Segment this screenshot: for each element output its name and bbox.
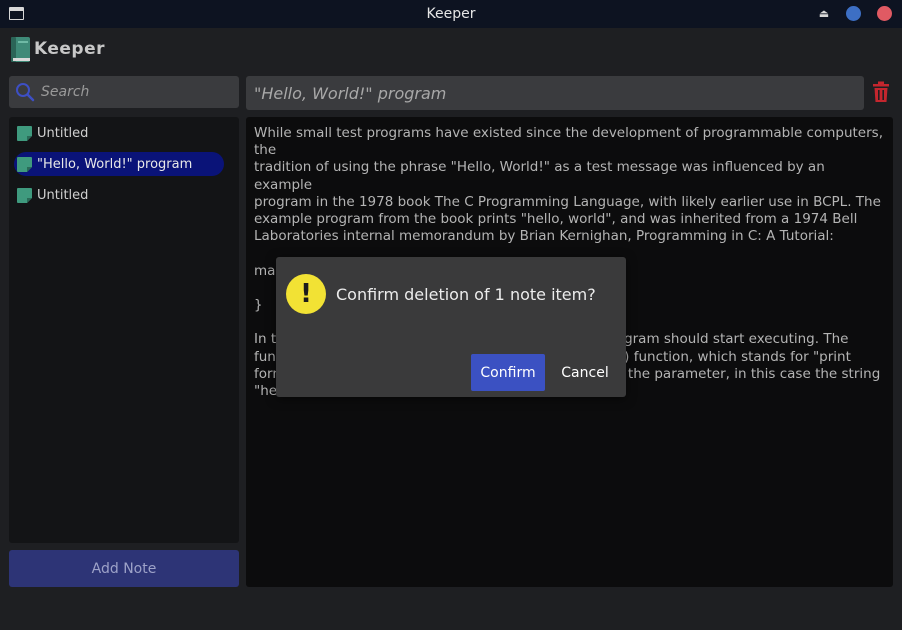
- cancel-button[interactable]: Cancel: [554, 354, 616, 391]
- search-box[interactable]: [9, 76, 239, 108]
- note-list-item[interactable]: Untitled: [14, 121, 224, 145]
- confirm-dialog: ! Confirm deletion of 1 note item? Confi…: [276, 257, 626, 397]
- note-list-item[interactable]: "Hello, World!" program: [14, 152, 224, 176]
- window-controls: ⏏: [818, 6, 892, 21]
- note-body-line: Laboratories internal memorandum by Bria…: [254, 228, 834, 245]
- book-icon: [10, 36, 32, 63]
- note-icon: [16, 125, 33, 142]
- dialog-message: Confirm deletion of 1 note item?: [336, 285, 596, 304]
- note-title-field[interactable]: [246, 76, 864, 110]
- note-icon: [16, 156, 33, 173]
- note-list: Untitled "Hello, World!" program Untitle…: [9, 117, 239, 543]
- window-menu-icon[interactable]: [9, 7, 24, 20]
- trash-icon: [871, 81, 891, 106]
- app-header: Keeper: [10, 34, 105, 64]
- warning-icon: !: [286, 274, 326, 314]
- note-list-item-title: Untitled: [37, 125, 89, 141]
- add-note-button[interactable]: Add Note: [9, 550, 239, 587]
- search-input[interactable]: [41, 84, 231, 100]
- note-body-line: example program from the book prints "he…: [254, 211, 858, 228]
- close-button[interactable]: [877, 6, 892, 21]
- confirm-button[interactable]: Confirm: [471, 354, 545, 391]
- note-list-item[interactable]: Untitled: [14, 183, 224, 207]
- note-list-item-title: Untitled: [37, 187, 89, 203]
- app-name: Keeper: [34, 39, 106, 59]
- note-icon: [16, 187, 33, 204]
- note-body-line: tradition of using the phrase "Hello, Wo…: [254, 159, 830, 193]
- delete-button[interactable]: [870, 81, 892, 105]
- minimize-icon[interactable]: ⏏: [818, 7, 830, 20]
- note-body-line: program in the 1978 book The C Programmi…: [254, 193, 881, 210]
- note-list-item-title: "Hello, World!" program: [37, 156, 193, 172]
- search-icon: [15, 82, 35, 102]
- maximize-button[interactable]: [846, 6, 861, 21]
- window-title: Keeper: [426, 6, 476, 22]
- note-body-line: While small test programs have existed s…: [254, 125, 888, 159]
- window-titlebar[interactable]: Keeper ⏏: [0, 0, 902, 28]
